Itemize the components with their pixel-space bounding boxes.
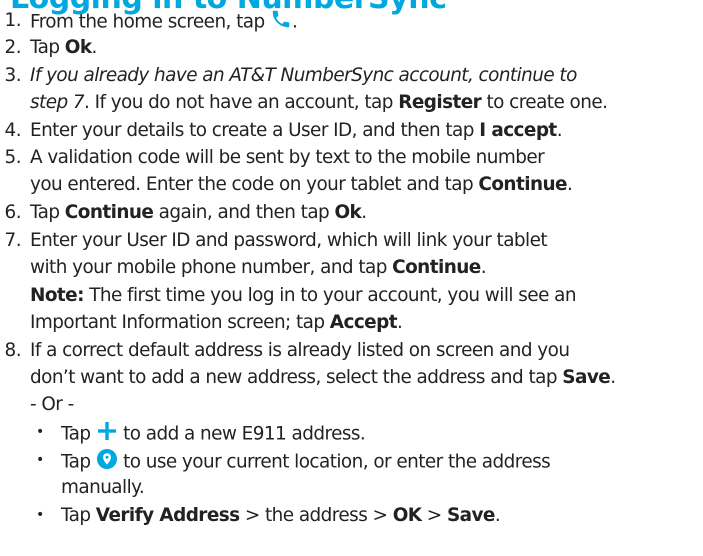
step-number: 4. [4, 120, 22, 141]
step-number: 3. [4, 65, 22, 86]
step-text: Enter your details to create a User ID, … [30, 120, 563, 141]
step-note-continued: Important Information screen; tap Accept… [30, 312, 403, 333]
location-pin-icon [96, 448, 118, 477]
step-number: 2. [4, 37, 22, 58]
step-number: 1. [4, 10, 22, 31]
or-separator: - Or - [30, 394, 74, 415]
step-text: If a correct default address is already … [30, 340, 570, 361]
bullet-text: Tap to use your current location, or ent… [61, 448, 551, 477]
step-text: Tap Ok. [30, 37, 97, 58]
step-text: From the home screen, tap . [30, 8, 298, 37]
step-number: 6. [4, 202, 22, 223]
step-text: If you already have an AT&T NumberSync a… [30, 65, 577, 86]
step-number: 8. [4, 340, 22, 361]
bullet-marker: • [36, 424, 44, 440]
step-number: 7. [4, 230, 22, 251]
step-text: A validation code will be sent by text t… [30, 147, 545, 168]
step-text-continued: with your mobile phone number, and tap C… [30, 257, 487, 278]
plus-icon [96, 420, 118, 449]
phone-icon [270, 8, 292, 37]
step-text-continued: don’t want to add a new address, select … [30, 367, 616, 388]
step-text-continued: you entered. Enter the code on your tabl… [30, 174, 573, 195]
bullet-text: Tap Verify Address > the address > OK > … [61, 505, 501, 526]
step-text: Enter your User ID and password, which w… [30, 230, 548, 251]
bullet-text-continued: manually. [61, 477, 145, 498]
step-text-continued: step 7. If you do not have an account, t… [30, 92, 608, 113]
bullet-marker: • [36, 507, 44, 523]
bullet-text: Tap to add a new E911 address. [61, 420, 366, 449]
bullet-marker: • [36, 452, 44, 468]
step-note: Note: The first time you log in to your … [30, 285, 577, 306]
step-number: 5. [4, 147, 22, 168]
step-text: Tap Continue again, and then tap Ok. [30, 202, 367, 223]
